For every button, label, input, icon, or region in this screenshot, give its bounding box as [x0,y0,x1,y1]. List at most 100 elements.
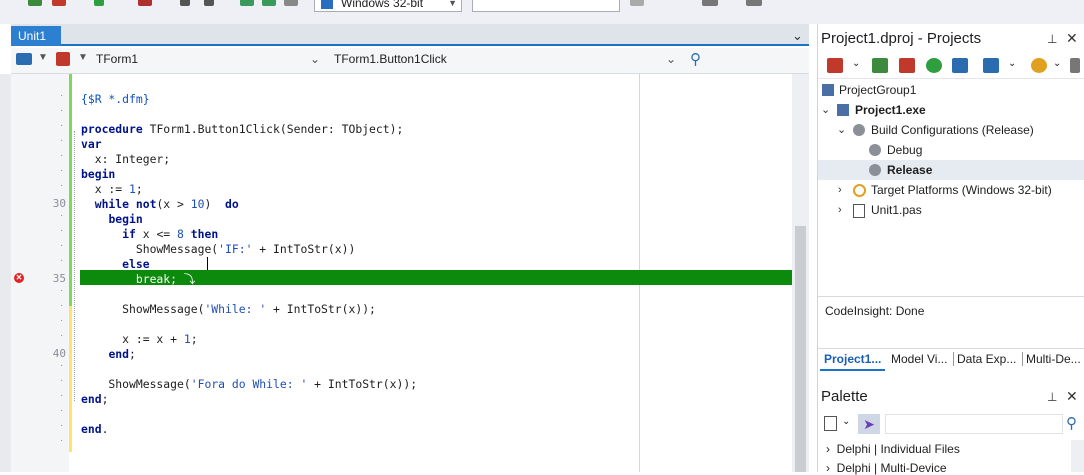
code-line[interactable]: ShowMessage('IF:' + IntToStr(x)) [81,242,355,257]
palette-search-input[interactable] [885,414,1063,434]
close-icon[interactable]: ✕ [1066,388,1078,405]
search-icon[interactable]: ⚲ [690,50,701,68]
chevron-down-icon[interactable]: ⌄ [837,120,846,140]
new-component-icon[interactable] [824,416,837,431]
code-line[interactable]: x: Integer; [81,152,170,167]
tab-projects[interactable]: Project1... [824,352,881,366]
line-marker-dot: · [60,315,64,326]
line-marker-dot: · [60,360,64,371]
sync-icon[interactable] [952,58,968,73]
chevron-down-icon[interactable]: ⌄ [792,28,803,44]
chevron-down-icon[interactable]: ▼ [78,52,88,63]
code-token: 'While: ' [204,302,267,316]
tab-unit1[interactable]: Unit1 [11,26,61,46]
code-line[interactable]: while not(x > 10) do [81,197,239,212]
line-number: 30 [52,197,66,210]
platform-combo[interactable]: Windows 32-bit ▼ [314,0,462,12]
breakpoint-error-icon[interactable]: ✕ [14,273,24,283]
chevron-down-icon[interactable]: ⌄ [842,416,850,427]
tab-multi-device[interactable]: Multi-De... [1026,352,1081,366]
form-toggle-icon[interactable] [56,52,70,66]
remove-icon[interactable] [899,58,915,73]
code-token: x <= [135,227,178,241]
code-line[interactable]: if x <= 8 then [81,227,218,242]
back-arrow-icon[interactable] [702,0,718,6]
tab-data-explorer[interactable]: Data Exp... [957,352,1016,366]
code-line[interactable]: end. [81,422,108,437]
code-line[interactable]: ShowMessage('Fora do While: ' + IntToStr… [81,377,417,392]
chevron-down-icon[interactable]: ⌄ [1008,58,1016,69]
palette-scrollbar[interactable] [1071,440,1084,472]
run-to-cursor-icon[interactable] [284,0,298,6]
target-platform-icon[interactable] [1031,58,1047,73]
line-marker-dot: · [60,405,64,416]
debug-icon[interactable] [138,0,152,6]
line-marker-dot: · [60,90,64,101]
chevron-down-icon[interactable]: ⌄ [666,52,676,66]
step-over-icon[interactable] [240,0,254,6]
pin-icon[interactable]: ⊥ [1047,390,1057,404]
code-token: break; [81,272,184,286]
code-line[interactable]: end; [81,392,108,407]
stop-icon[interactable] [204,0,214,6]
chevron-down-icon[interactable]: ⌄ [1053,58,1061,69]
tree-item-projectgroup[interactable]: ProjectGroup1 [818,80,1084,100]
code-line[interactable]: ShowMessage('While: ' + IntToStr(x)); [81,302,376,317]
chevron-right-icon[interactable]: › [838,180,842,200]
chevron-down-icon[interactable]: ⌄ [821,100,830,120]
tab-separator [1022,352,1023,366]
tree-item-target-platforms[interactable]: › Target Platforms (Windows 32-bit) [818,180,1084,200]
new-project-icon[interactable] [28,0,42,6]
search-icon[interactable]: ⚲ [1066,414,1077,432]
tree-item-release[interactable]: Release [818,160,1084,180]
code-line[interactable]: break; ⤵ [81,272,195,287]
code-line[interactable]: else [81,257,149,272]
pin-icon[interactable]: ⊥ [1047,32,1057,46]
open-project-icon[interactable] [52,0,66,6]
code-line[interactable]: begin [81,212,142,227]
palette-category[interactable]: › Delphi | Individual Files [826,442,960,456]
refresh-icon[interactable] [926,58,942,73]
class-combo[interactable]: TForm1 [92,50,326,70]
code-token: do [225,197,239,211]
scrollbar-thumb[interactable] [795,226,806,472]
tree-item-label: Target Platforms (Windows 32-bit) [871,183,1052,197]
history-icon[interactable] [630,0,644,6]
build-icon[interactable] [983,58,999,73]
code-fold-line [74,131,76,401]
chevron-down-icon: ▼ [448,0,457,8]
tree-item-build-configurations[interactable]: ⌄ Build Configurations (Release) [818,120,1084,140]
editor-vertical-scrollbar[interactable] [792,74,809,472]
pause-icon[interactable] [180,0,190,6]
tree-item-project[interactable]: ⌄ Project1.exe [818,100,1084,120]
code-line[interactable]: procedure TForm1.Button1Click(Sender: TO… [81,122,403,137]
code-token: x: Integer; [81,152,171,166]
tree-item-unit1[interactable]: › Unit1.pas [818,200,1084,220]
code-line[interactable]: {$R *.dfm} [81,92,150,107]
structure-icon[interactable] [16,53,32,65]
chevron-down-icon[interactable]: ▼ [38,52,48,63]
run-icon[interactable] [94,0,104,6]
code-line[interactable]: begin [81,167,115,182]
chevron-right-icon[interactable]: › [838,200,842,220]
method-combo[interactable]: TForm1.Button1Click [330,50,686,70]
chevron-down-icon[interactable]: ⌄ [310,52,320,66]
code-line[interactable]: var [81,137,102,152]
tree-item-debug[interactable]: Debug [818,140,1084,160]
add-new-icon[interactable] [827,58,843,73]
pointer-tool-icon[interactable]: ➤ [858,414,880,434]
configuration-combo[interactable] [472,0,620,12]
trace-into-icon[interactable] [262,0,276,6]
palette-category[interactable]: › Delphi | Multi-Device [826,461,947,475]
close-icon[interactable]: ✕ [1066,30,1078,47]
code-line[interactable]: x := 1; [81,182,143,197]
palette-category-label: Delphi | Individual Files [836,442,960,456]
line-marker-dot: · [60,105,64,116]
code-line[interactable]: end; [81,347,135,362]
tab-model-view[interactable]: Model Vi... [891,352,947,366]
add-existing-icon[interactable] [872,58,888,73]
chevron-down-icon[interactable]: ⌄ [852,58,860,69]
options-icon[interactable] [1070,58,1080,73]
forward-arrow-icon[interactable] [746,0,762,6]
code-line[interactable]: x := x + 1; [81,332,197,347]
